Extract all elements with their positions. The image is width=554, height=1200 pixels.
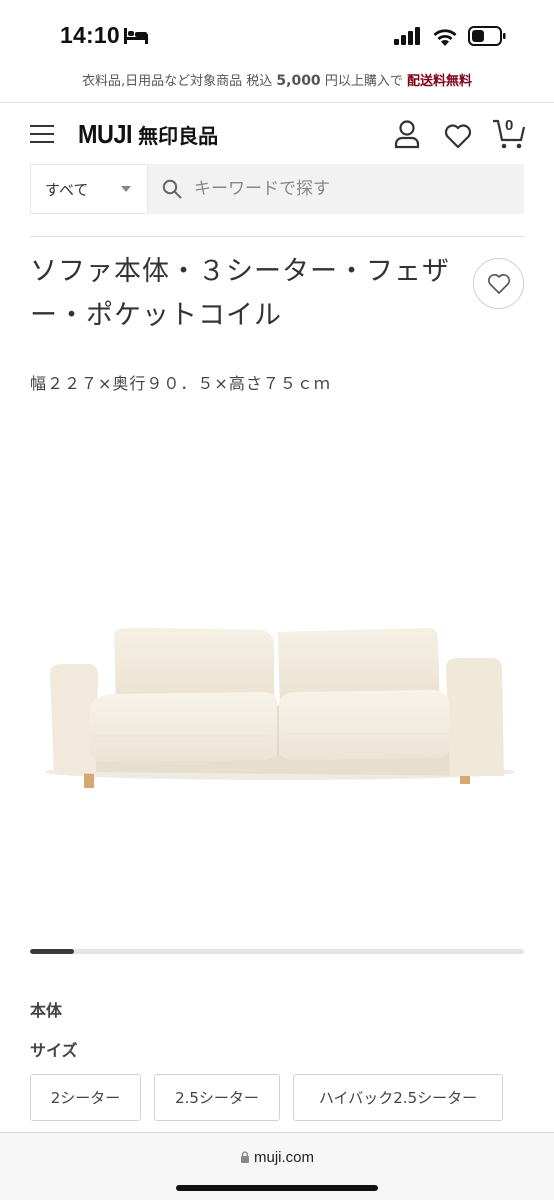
search-bar: すべて: [30, 164, 524, 214]
browser-url-bar[interactable]: muji.com: [0, 1132, 554, 1200]
divider: [30, 236, 524, 237]
account-icon[interactable]: [394, 119, 420, 149]
promo-amount: 5,000: [276, 73, 321, 89]
size-option-2-seater[interactable]: 2シーター: [30, 1074, 141, 1121]
site-header: MUJI 無印良品 0: [0, 103, 554, 165]
promo-highlight: 配送料無料: [406, 74, 472, 89]
size-option-2-5-seater[interactable]: 2.5シーター: [154, 1074, 280, 1121]
product-dimensions: 幅２２７×奥行９０．５×高さ７５ｃｍ: [30, 374, 331, 393]
cellular-signal-icon: [394, 27, 420, 45]
search-input[interactable]: [148, 164, 524, 214]
category-select[interactable]: すべて: [30, 164, 148, 214]
status-bar: 14:10: [0, 0, 554, 70]
size-options: 2シーター 2.5シーター ハイバック2.5シーター: [30, 1074, 503, 1121]
wifi-icon: [433, 28, 457, 46]
url-display[interactable]: muji.com: [0, 1149, 554, 1166]
promo-prefix: 衣料品,日用品など対象商品 税込: [81, 74, 273, 89]
section-label-body: 本体: [30, 1001, 63, 1020]
status-time: 14:10: [60, 22, 120, 48]
size-option-highback-2-5-seater[interactable]: ハイバック2.5シーター: [293, 1074, 503, 1121]
lock-icon: [240, 1151, 249, 1163]
logo-en: MUJI: [78, 119, 133, 149]
product-image-sofa[interactable]: [30, 540, 524, 840]
sleep-focus-icon: [124, 28, 148, 44]
shipping-promo-banner[interactable]: 衣料品,日用品など対象商品 税込 5,000 円以上購入で 配送料無料: [0, 70, 554, 102]
search-icon[interactable]: [162, 179, 182, 199]
size-label: サイズ: [30, 1041, 78, 1060]
add-to-favorites-button[interactable]: [473, 258, 524, 309]
url-text: muji.com: [253, 1149, 314, 1166]
muji-logo[interactable]: MUJI 無印良品: [78, 119, 218, 150]
image-gallery-progress[interactable]: [30, 949, 524, 954]
category-value: すべて: [45, 180, 89, 199]
cart-count: 0: [505, 117, 514, 134]
home-indicator[interactable]: [176, 1185, 378, 1191]
heart-icon: [487, 273, 510, 294]
hamburger-menu-icon[interactable]: [30, 125, 54, 145]
product-title: ソファ本体・３シーター・フェザー・ポケットコイル: [30, 256, 450, 331]
cart-button[interactable]: 0: [492, 117, 526, 151]
promo-mid: 円以上購入で: [324, 74, 403, 89]
progress-fill: [30, 949, 75, 954]
chevron-down-icon: [121, 186, 131, 192]
logo-jp: 無印良品: [138, 124, 219, 148]
favorites-heart-icon[interactable]: [444, 123, 472, 149]
battery-icon: [468, 26, 506, 46]
